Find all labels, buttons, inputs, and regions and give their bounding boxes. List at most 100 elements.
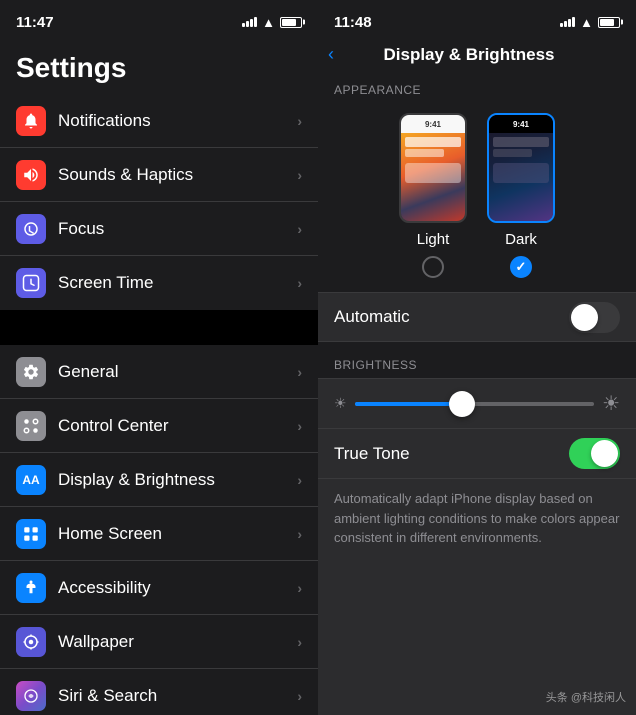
chevron-icon: › xyxy=(297,113,302,129)
back-button[interactable]: ‹ xyxy=(328,44,334,65)
signal-icon xyxy=(242,17,257,27)
light-phone-status: 9:41 xyxy=(401,115,465,133)
sidebar-item-focus[interactable]: Focus › xyxy=(0,202,318,256)
chevron-icon: › xyxy=(297,364,302,380)
true-tone-label: True Tone xyxy=(334,444,569,464)
brightness-section-label: BRIGHTNESS xyxy=(318,350,636,378)
dark-radio[interactable]: ✓ xyxy=(510,256,532,278)
wallpaper-icon xyxy=(16,627,46,657)
right-content: APPEARANCE 9:41 Light xyxy=(318,75,636,715)
wifi-icon: ▲ xyxy=(580,15,593,30)
appearance-section-label: APPEARANCE xyxy=(318,75,636,103)
dark-phone-status: 9:41 xyxy=(489,115,553,133)
check-icon: ✓ xyxy=(516,259,527,275)
sidebar-item-display[interactable]: AA Display & Brightness › xyxy=(0,453,318,507)
sidebar-item-screentime[interactable]: Screen Time › xyxy=(0,256,318,310)
homescreen-label: Home Screen xyxy=(58,524,297,544)
settings-group-1: Notifications › Sounds & Haptics › xyxy=(0,94,318,310)
right-page-title: Display & Brightness xyxy=(338,45,620,65)
brightness-high-icon: ☀ xyxy=(602,391,620,416)
sidebar-item-general[interactable]: General › xyxy=(0,345,318,399)
light-phone-mockup: 9:41 xyxy=(399,113,467,223)
dark-option[interactable]: 9:41 Dark ✓ xyxy=(487,113,555,278)
left-status-icons: ▲ xyxy=(242,15,302,30)
settings-list: Notifications › Sounds & Haptics › xyxy=(0,94,318,715)
right-header: ‹ Display & Brightness xyxy=(318,44,636,75)
right-status-bar: 11:48 ▲ xyxy=(318,0,636,44)
notifications-icon xyxy=(16,106,46,136)
right-panel: 11:48 ▲ ‹ Display & Brightness APPEARANC… xyxy=(318,0,636,715)
left-panel: 11:47 ▲ Settings Notifi xyxy=(0,0,318,715)
group-separator xyxy=(0,310,318,345)
wifi-icon: ▲ xyxy=(262,15,275,30)
sounds-label: Sounds & Haptics xyxy=(58,165,297,185)
sidebar-item-accessibility[interactable]: Accessibility › xyxy=(0,561,318,615)
display-label: Display & Brightness xyxy=(58,470,297,490)
chevron-icon: › xyxy=(297,167,302,183)
display-icon: AA xyxy=(16,465,46,495)
chevron-icon: › xyxy=(297,472,302,488)
automatic-row: Automatic xyxy=(318,292,636,342)
focus-icon xyxy=(16,214,46,244)
sounds-icon xyxy=(16,160,46,190)
chevron-icon: › xyxy=(297,580,302,596)
left-status-time: 11:47 xyxy=(16,14,54,31)
toggle-knob xyxy=(571,304,598,331)
siri-label: Siri & Search xyxy=(58,686,297,706)
screentime-label: Screen Time xyxy=(58,273,297,293)
sidebar-item-sounds[interactable]: Sounds & Haptics › xyxy=(0,148,318,202)
chevron-icon: › xyxy=(297,275,302,291)
battery-icon xyxy=(280,17,302,28)
dark-phone-screen xyxy=(489,133,553,221)
wallpaper-label: Wallpaper xyxy=(58,632,297,652)
general-label: General xyxy=(58,362,297,382)
slider-fill xyxy=(355,402,463,406)
accessibility-label: Accessibility xyxy=(58,578,297,598)
brightness-section: ☀ ☀ xyxy=(318,378,636,428)
brightness-low-icon: ☀ xyxy=(334,395,347,412)
chevron-icon: › xyxy=(297,688,302,704)
chevron-icon: › xyxy=(297,526,302,542)
chevron-icon: › xyxy=(297,221,302,237)
right-status-time: 11:48 xyxy=(334,14,372,31)
sidebar-item-control[interactable]: Control Center › xyxy=(0,399,318,453)
dark-label: Dark xyxy=(505,231,537,248)
brightness-row: ☀ ☀ xyxy=(334,391,620,416)
tooltip-box: Automatically adapt iPhone display based… xyxy=(318,478,636,715)
light-radio[interactable] xyxy=(422,256,444,278)
sidebar-item-siri[interactable]: Siri & Search › xyxy=(0,669,318,715)
appearance-row: 9:41 Light 9:41 xyxy=(318,103,636,292)
settings-group-2: General › Control Center › AA Display & xyxy=(0,345,318,715)
general-icon xyxy=(16,357,46,387)
chevron-icon: › xyxy=(297,418,302,434)
slider-thumb xyxy=(449,391,475,417)
siri-icon xyxy=(16,681,46,711)
sidebar-item-notifications[interactable]: Notifications › xyxy=(0,94,318,148)
tooltip-text: Automatically adapt iPhone display based… xyxy=(334,491,619,545)
automatic-toggle[interactable] xyxy=(569,302,620,333)
focus-label: Focus xyxy=(58,219,297,239)
right-status-icons: ▲ xyxy=(560,15,620,30)
slider-track xyxy=(355,402,595,406)
automatic-label: Automatic xyxy=(334,307,569,327)
accessibility-icon xyxy=(16,573,46,603)
homescreen-icon xyxy=(16,519,46,549)
left-status-bar: 11:47 ▲ xyxy=(0,0,318,44)
screentime-icon xyxy=(16,268,46,298)
control-icon xyxy=(16,411,46,441)
brightness-slider[interactable] xyxy=(355,394,595,414)
true-tone-row: True Tone xyxy=(318,428,636,478)
true-tone-toggle[interactable] xyxy=(569,438,620,469)
chevron-icon: › xyxy=(297,634,302,650)
dark-phone-mockup: 9:41 xyxy=(487,113,555,223)
signal-icon xyxy=(560,17,575,27)
left-page-title: Settings xyxy=(0,44,318,94)
battery-icon xyxy=(598,17,620,28)
light-label: Light xyxy=(417,231,450,248)
control-label: Control Center xyxy=(58,416,297,436)
notifications-label: Notifications xyxy=(58,111,297,131)
sidebar-item-wallpaper[interactable]: Wallpaper › xyxy=(0,615,318,669)
toggle-knob xyxy=(591,440,618,467)
light-option[interactable]: 9:41 Light xyxy=(399,113,467,278)
sidebar-item-homescreen[interactable]: Home Screen › xyxy=(0,507,318,561)
